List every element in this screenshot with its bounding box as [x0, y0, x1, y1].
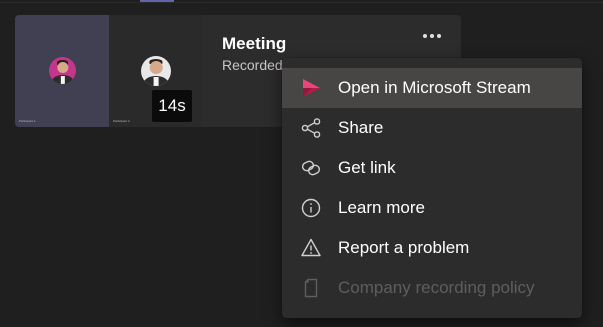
menu-item-label: Learn more — [338, 198, 425, 217]
menu-item-label: Report a problem — [338, 238, 470, 257]
share-icon — [300, 117, 322, 139]
avatar — [49, 57, 76, 84]
menu-item-get-link[interactable]: Get link — [282, 148, 582, 188]
recording-subtitle: Recorded by — [222, 57, 284, 73]
menu-item-label: Get link — [338, 158, 396, 177]
stream-icon — [300, 77, 322, 99]
menu-item-company-recording-policy: Company recording policy — [282, 268, 582, 308]
participant-name: Participant 1 — [19, 119, 36, 123]
menu-item-label: Share — [338, 118, 384, 137]
more-horizontal-icon — [423, 34, 441, 38]
menu-item-open-in-stream[interactable]: Open in Microsoft Stream — [282, 68, 582, 108]
menu-item-share[interactable]: Share — [282, 108, 582, 148]
recording-thumbnail[interactable]: Participant 1 Participant 2 14s — [15, 15, 202, 127]
participant-tile: Participant 1 — [15, 15, 109, 127]
document-icon — [300, 277, 322, 299]
more-options-button[interactable] — [417, 25, 447, 47]
participant-name: Participant 2 — [113, 119, 130, 123]
context-menu: Open in Microsoft Stream Share Get link — [282, 58, 582, 318]
avatar — [141, 56, 171, 86]
duration-badge: 14s — [152, 90, 192, 122]
menu-item-learn-more[interactable]: Learn more — [282, 188, 582, 228]
menu-item-label: Company recording policy — [338, 278, 535, 297]
menu-item-label: Open in Microsoft Stream — [338, 78, 531, 97]
warning-icon — [300, 237, 322, 259]
divider — [0, 2, 603, 3]
info-icon — [300, 197, 322, 219]
menu-item-report-problem[interactable]: Report a problem — [282, 228, 582, 268]
link-icon — [300, 157, 322, 179]
recording-title: Meeting — [222, 34, 287, 53]
